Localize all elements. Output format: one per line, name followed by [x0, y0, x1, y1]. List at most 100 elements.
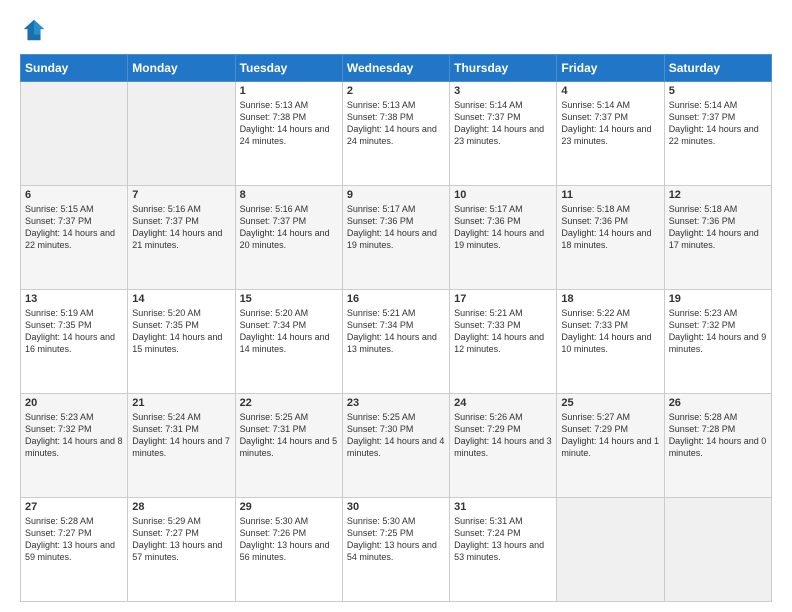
day-number: 4	[561, 85, 659, 97]
calendar-cell: 23 Sunrise: 5:25 AMSunset: 7:30 PMDayligh…	[342, 394, 449, 498]
calendar-cell: 6Sunrise: 5:15 AMSunset: 7:37 PMDaylight…	[21, 186, 128, 290]
day-number: 9	[347, 189, 445, 201]
cell-info: Sunrise: 5:23 AMSunset: 7:32 PMDaylight:…	[25, 412, 123, 458]
calendar-cell: 11Sunrise: 5:18 AMSunset: 7:36 PMDayligh…	[557, 186, 664, 290]
calendar-cell: 28 Sunrise: 5:29 AMSunset: 7:27 PMDayligh…	[128, 498, 235, 602]
calendar-week-row: 27Sunrise: 5:28 AMSunset: 7:27 PMDayligh…	[21, 498, 772, 602]
day-number: 22	[240, 397, 338, 409]
cell-info: Sunrise: 5:21 AMSunset: 7:33 PMDaylight:…	[454, 308, 544, 354]
day-number: 14	[132, 293, 230, 305]
calendar-cell: 14Sunrise: 5:20 AMSunset: 7:35 PMDayligh…	[128, 290, 235, 394]
day-number: 30	[347, 501, 445, 513]
day-number: 29	[240, 501, 338, 513]
cell-info: Sunrise: 5:17 AMSunset: 7:36 PMDaylight:…	[347, 204, 437, 250]
weekday-header-sunday: Sunday	[21, 55, 128, 82]
calendar-cell: 17Sunrise: 5:21 AMSunset: 7:33 PMDayligh…	[450, 290, 557, 394]
cell-info: Sunrise: 5:17 AMSunset: 7:36 PMDaylight:…	[454, 204, 544, 250]
cell-info: Sunrise: 5:16 AMSunset: 7:37 PMDaylight:…	[240, 204, 330, 250]
weekday-header-tuesday: Tuesday	[235, 55, 342, 82]
cell-info: Sunrise: 5:25 AMSunset: 7:30 PMDaylight:…	[347, 412, 445, 458]
logo-icon	[20, 16, 48, 44]
weekday-header-monday: Monday	[128, 55, 235, 82]
calendar-cell	[664, 498, 771, 602]
calendar-week-row: 1 Sunrise: 5:13 AMSunset: 7:38 PMDaylight…	[21, 82, 772, 186]
day-number: 20	[25, 397, 123, 409]
day-number: 13	[25, 293, 123, 305]
day-number: 8	[240, 189, 338, 201]
calendar-cell	[21, 82, 128, 186]
calendar-header-row: SundayMondayTuesdayWednesdayThursdayFrid…	[21, 55, 772, 82]
day-number: 31	[454, 501, 552, 513]
calendar-cell: 25 Sunrise: 5:27 AMSunset: 7:29 PMDayligh…	[557, 394, 664, 498]
cell-info: Sunrise: 5:24 AMSunset: 7:31 PMDaylight:…	[132, 412, 230, 458]
day-number: 3	[454, 85, 552, 97]
day-number: 5	[669, 85, 767, 97]
cell-info: Sunrise: 5:26 AMSunset: 7:29 PMDaylight:…	[454, 412, 552, 458]
calendar-cell: 13Sunrise: 5:19 AMSunset: 7:35 PMDayligh…	[21, 290, 128, 394]
calendar-cell: 19 Sunrise: 5:23 AMSunset: 7:32 PMDayligh…	[664, 290, 771, 394]
calendar-cell: 18 Sunrise: 5:22 AMSunset: 7:33 PMDayligh…	[557, 290, 664, 394]
day-number: 2	[347, 85, 445, 97]
cell-info: Sunrise: 5:20 AMSunset: 7:34 PMDaylight:…	[240, 308, 330, 354]
weekday-header-wednesday: Wednesday	[342, 55, 449, 82]
calendar-cell: 24 Sunrise: 5:26 AMSunset: 7:29 PMDayligh…	[450, 394, 557, 498]
day-number: 24	[454, 397, 552, 409]
cell-info: Sunrise: 5:29 AMSunset: 7:27 PMDaylight:…	[132, 516, 222, 562]
cell-info: Sunrise: 5:21 AMSunset: 7:34 PMDaylight:…	[347, 308, 437, 354]
day-number: 27	[25, 501, 123, 513]
weekday-header-friday: Friday	[557, 55, 664, 82]
day-number: 25	[561, 397, 659, 409]
calendar-cell: 31 Sunrise: 5:31 AMSunset: 7:24 PMDayligh…	[450, 498, 557, 602]
cell-info: Sunrise: 5:14 AMSunset: 7:37 PMDaylight:…	[669, 100, 759, 146]
calendar-week-row: 6Sunrise: 5:15 AMSunset: 7:37 PMDaylight…	[21, 186, 772, 290]
calendar-cell: 16 Sunrise: 5:21 AMSunset: 7:34 PMDayligh…	[342, 290, 449, 394]
cell-info: Sunrise: 5:30 AMSunset: 7:25 PMDaylight:…	[347, 516, 437, 562]
cell-info: Sunrise: 5:30 AMSunset: 7:26 PMDaylight:…	[240, 516, 330, 562]
calendar-cell: 15Sunrise: 5:20 AMSunset: 7:34 PMDayligh…	[235, 290, 342, 394]
day-number: 7	[132, 189, 230, 201]
cell-info: Sunrise: 5:14 AMSunset: 7:37 PMDaylight:…	[561, 100, 651, 146]
day-number: 12	[669, 189, 767, 201]
cell-info: Sunrise: 5:22 AMSunset: 7:33 PMDaylight:…	[561, 308, 651, 354]
calendar-cell: 2 Sunrise: 5:13 AMSunset: 7:38 PMDaylight…	[342, 82, 449, 186]
day-number: 19	[669, 293, 767, 305]
calendar-table: SundayMondayTuesdayWednesdayThursdayFrid…	[20, 54, 772, 602]
cell-info: Sunrise: 5:14 AMSunset: 7:37 PMDaylight:…	[454, 100, 544, 146]
day-number: 18	[561, 293, 659, 305]
calendar-cell: 4 Sunrise: 5:14 AMSunset: 7:37 PMDaylight…	[557, 82, 664, 186]
calendar-cell: 29 Sunrise: 5:30 AMSunset: 7:26 PMDayligh…	[235, 498, 342, 602]
cell-info: Sunrise: 5:31 AMSunset: 7:24 PMDaylight:…	[454, 516, 544, 562]
weekday-header-thursday: Thursday	[450, 55, 557, 82]
cell-info: Sunrise: 5:28 AMSunset: 7:28 PMDaylight:…	[669, 412, 767, 458]
cell-info: Sunrise: 5:25 AMSunset: 7:31 PMDaylight:…	[240, 412, 338, 458]
day-number: 6	[25, 189, 123, 201]
calendar-week-row: 20 Sunrise: 5:23 AMSunset: 7:32 PMDayligh…	[21, 394, 772, 498]
calendar-cell	[557, 498, 664, 602]
day-number: 11	[561, 189, 659, 201]
weekday-header-saturday: Saturday	[664, 55, 771, 82]
calendar-cell: 27Sunrise: 5:28 AMSunset: 7:27 PMDayligh…	[21, 498, 128, 602]
calendar-cell: 12 Sunrise: 5:18 AMSunset: 7:36 PMDayligh…	[664, 186, 771, 290]
calendar-cell: 3 Sunrise: 5:14 AMSunset: 7:37 PMDaylight…	[450, 82, 557, 186]
header	[20, 16, 772, 44]
cell-info: Sunrise: 5:27 AMSunset: 7:29 PMDaylight:…	[561, 412, 659, 458]
calendar-cell: 22 Sunrise: 5:25 AMSunset: 7:31 PMDayligh…	[235, 394, 342, 498]
calendar-cell: 26 Sunrise: 5:28 AMSunset: 7:28 PMDayligh…	[664, 394, 771, 498]
cell-info: Sunrise: 5:13 AMSunset: 7:38 PMDaylight:…	[347, 100, 437, 146]
calendar-cell: 9 Sunrise: 5:17 AMSunset: 7:36 PMDaylight…	[342, 186, 449, 290]
calendar-cell: 30 Sunrise: 5:30 AMSunset: 7:25 PMDayligh…	[342, 498, 449, 602]
cell-info: Sunrise: 5:23 AMSunset: 7:32 PMDaylight:…	[669, 308, 767, 354]
day-number: 16	[347, 293, 445, 305]
cell-info: Sunrise: 5:18 AMSunset: 7:36 PMDaylight:…	[669, 204, 759, 250]
day-number: 10	[454, 189, 552, 201]
calendar-week-row: 13Sunrise: 5:19 AMSunset: 7:35 PMDayligh…	[21, 290, 772, 394]
day-number: 28	[132, 501, 230, 513]
logo	[20, 16, 52, 44]
calendar-cell: 7Sunrise: 5:16 AMSunset: 7:37 PMDaylight…	[128, 186, 235, 290]
day-number: 21	[132, 397, 230, 409]
day-number: 1	[240, 85, 338, 97]
day-number: 26	[669, 397, 767, 409]
cell-info: Sunrise: 5:13 AMSunset: 7:38 PMDaylight:…	[240, 100, 330, 146]
calendar-cell: 10 Sunrise: 5:17 AMSunset: 7:36 PMDayligh…	[450, 186, 557, 290]
day-number: 23	[347, 397, 445, 409]
